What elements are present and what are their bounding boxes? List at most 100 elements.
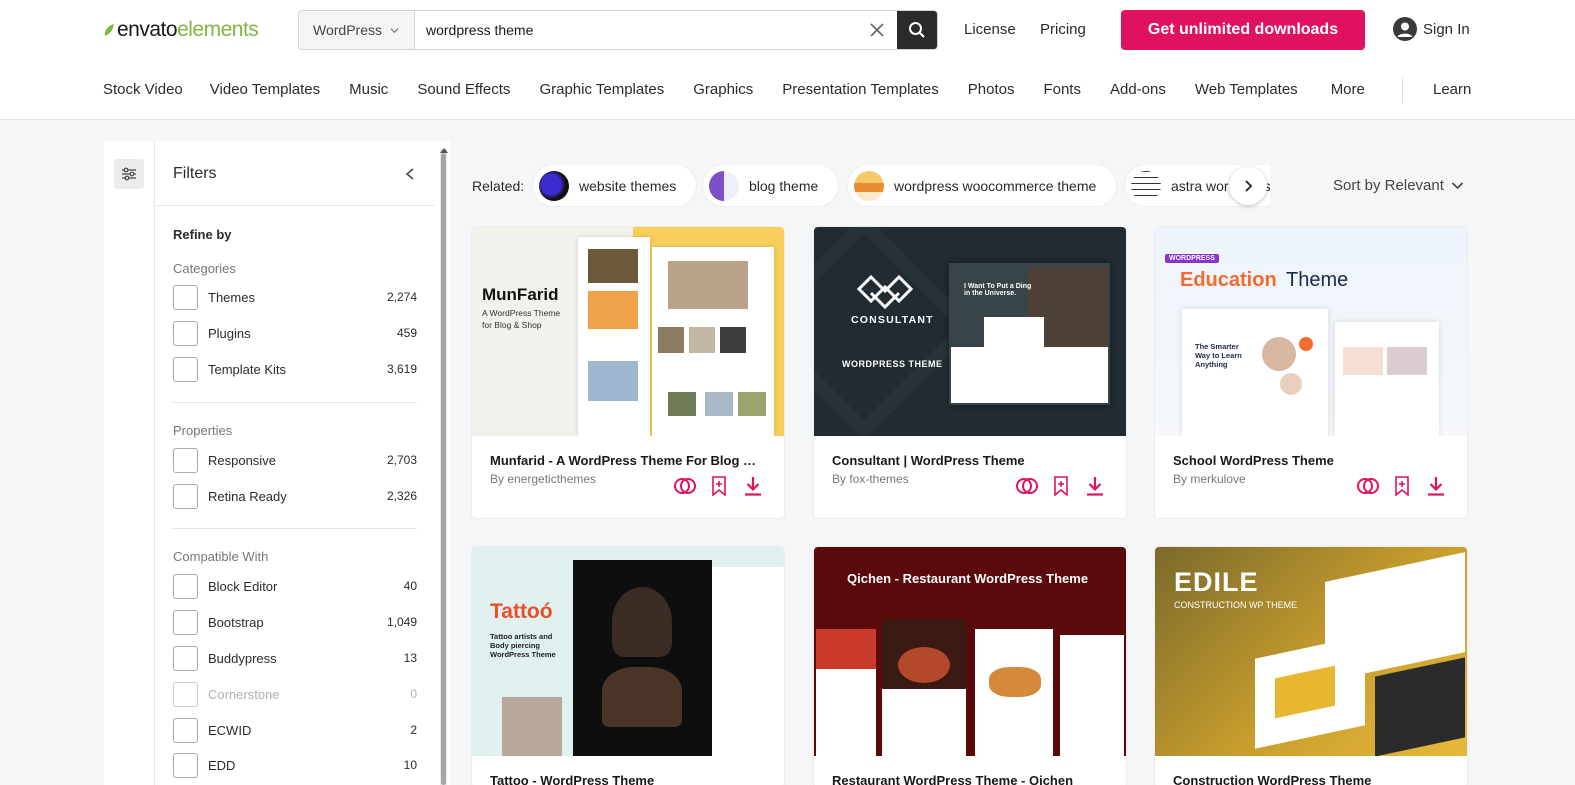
nav-graphics[interactable]: Graphics: [693, 81, 753, 98]
download-icon[interactable]: [1078, 476, 1112, 496]
category-nav: Stock Video Video Templates Music Sound …: [103, 81, 1365, 98]
find-similar-icon[interactable]: [668, 476, 702, 496]
checkbox[interactable]: [173, 609, 198, 635]
search-input[interactable]: [415, 11, 857, 49]
item-card[interactable]: MunFarid A WordPress Theme for Blog & Sh…: [472, 227, 784, 518]
sliders-icon: [122, 167, 136, 181]
checkbox: [173, 681, 198, 707]
clear-search-button[interactable]: [857, 11, 897, 49]
nav-video-templates[interactable]: Video Templates: [210, 81, 320, 98]
filter-plugins[interactable]: Plugins 459: [173, 320, 417, 346]
checkbox[interactable]: [173, 284, 198, 310]
nav-sound-effects[interactable]: Sound Effects: [417, 81, 510, 98]
card-author[interactable]: By fox-themes: [832, 472, 909, 486]
search-scope-dropdown[interactable]: WordPress: [299, 11, 415, 49]
nav-music[interactable]: Music: [349, 81, 388, 98]
filter-label: EDD: [208, 757, 236, 773]
card-preview-school[interactable]: WORDPRESS Education Theme The Smarter Wa…: [1155, 227, 1467, 436]
card-title[interactable]: Tattoo - WordPress Theme: [490, 773, 760, 785]
checkbox[interactable]: [173, 483, 198, 509]
scroll-up-arrow-icon[interactable]: [440, 148, 448, 153]
card-author[interactable]: By energeticthemes: [490, 472, 596, 486]
filter-ecwid[interactable]: ECWID 2: [173, 717, 417, 743]
card-title[interactable]: Consultant | WordPress Theme: [832, 453, 1102, 468]
card-title[interactable]: Construction WordPress Theme: [1173, 773, 1443, 785]
nav-stock-video[interactable]: Stock Video: [103, 81, 183, 98]
card-preview-edile[interactable]: EDILE CONSTRUCTION WP THEME: [1155, 547, 1467, 756]
group-title-categories: Categories: [173, 261, 236, 276]
nav-learn[interactable]: Learn: [1433, 81, 1471, 98]
search-scope-label: WordPress: [313, 22, 382, 38]
sort-dropdown[interactable]: Sort by Relevant: [1333, 177, 1464, 194]
related-chip-blog-theme[interactable]: blog theme: [703, 165, 839, 206]
bookmark-icon[interactable]: [1385, 476, 1419, 496]
filter-themes[interactable]: Themes 2,274: [173, 284, 417, 310]
filter-count: 40: [403, 579, 417, 593]
download-icon[interactable]: [736, 476, 770, 496]
filter-responsive[interactable]: Responsive 2,703: [173, 447, 417, 473]
filter-count: 0: [410, 687, 417, 701]
filter-label: Responsive: [208, 452, 276, 468]
nav-photos[interactable]: Photos: [968, 81, 1015, 98]
preview-subtitle: CONSTRUCTION WP THEME: [1174, 600, 1298, 610]
filter-edd[interactable]: EDD 10: [173, 752, 417, 778]
download-icon[interactable]: [1419, 476, 1453, 496]
filter-buddypress[interactable]: Buddypress 13: [173, 645, 417, 671]
card-author[interactable]: By merkulove: [1173, 472, 1246, 486]
filter-block-editor[interactable]: Block Editor 40: [173, 573, 417, 599]
filter-toggle-button[interactable]: [114, 159, 144, 189]
get-unlimited-downloads-button[interactable]: Get unlimited downloads: [1121, 10, 1365, 50]
filter-cornerstone: Cornerstone 0: [173, 681, 417, 707]
card-preview-munfarid[interactable]: MunFarid A WordPress Theme for Blog & Sh…: [472, 227, 784, 436]
nav-more[interactable]: More: [1331, 81, 1365, 98]
item-card[interactable]: Qichen - Restaurant WordPress Theme Rest…: [814, 547, 1126, 785]
license-link[interactable]: License: [964, 21, 1016, 38]
card-preview-tattoo[interactable]: Tattoó Tattoo artists and Body piercing …: [472, 547, 784, 756]
filter-template-kits[interactable]: Template Kits 3,619: [173, 356, 417, 382]
envato-elements-logo[interactable]: envato elements: [103, 17, 259, 43]
card-preview-consultant[interactable]: CONSULTANT WORDPRESS THEME I Want To Put…: [814, 227, 1126, 436]
related-chip-wordpress-woocommerce-theme[interactable]: wordpress woocommerce theme: [848, 165, 1117, 206]
item-card[interactable]: Tattoó Tattoo artists and Body piercing …: [472, 547, 784, 785]
filter-count: 1,049: [386, 615, 417, 629]
chip-thumbnail: [854, 170, 884, 201]
card-preview-qichen[interactable]: Qichen - Restaurant WordPress Theme: [814, 547, 1126, 756]
pricing-link[interactable]: Pricing: [1040, 21, 1086, 38]
filter-label: Themes: [208, 289, 255, 305]
checkbox[interactable]: [173, 573, 198, 599]
filter-count: 459: [396, 326, 417, 340]
nav-graphic-templates[interactable]: Graphic Templates: [539, 81, 664, 98]
card-title[interactable]: Restaurant WordPress Theme - Qichen: [832, 773, 1102, 785]
card-title[interactable]: School WordPress Theme: [1173, 453, 1443, 468]
filter-scrollbar-thumb[interactable]: [441, 153, 446, 785]
nav-presentation-templates[interactable]: Presentation Templates: [782, 81, 938, 98]
filter-bootstrap[interactable]: Bootstrap 1,049: [173, 609, 417, 635]
bookmark-icon[interactable]: [702, 476, 736, 496]
card-title[interactable]: Munfarid - A WordPress Theme For Blog & …: [490, 453, 760, 468]
related-chip-website-themes[interactable]: website themes: [533, 165, 697, 206]
checkbox[interactable]: [173, 717, 198, 743]
bookmark-icon[interactable]: [1044, 476, 1078, 496]
sign-in-link[interactable]: Sign In: [1393, 17, 1470, 41]
nav-web-templates[interactable]: Web Templates: [1195, 81, 1298, 98]
item-card[interactable]: CONSULTANT WORDPRESS THEME I Want To Put…: [814, 227, 1126, 518]
nav-add-ons[interactable]: Add-ons: [1110, 81, 1166, 98]
filter-count: 13: [403, 651, 417, 665]
leaf-icon: [104, 24, 114, 36]
find-similar-icon[interactable]: [1351, 476, 1385, 496]
collapse-filters-icon[interactable]: [404, 167, 416, 181]
chip-label: website themes: [579, 177, 677, 194]
nav-fonts[interactable]: Fonts: [1043, 81, 1081, 98]
user-icon: [1393, 17, 1417, 41]
item-card[interactable]: WORDPRESS Education Theme The Smarter Wa…: [1155, 227, 1467, 518]
search-button[interactable]: [897, 11, 937, 49]
checkbox[interactable]: [173, 645, 198, 671]
checkbox[interactable]: [173, 356, 198, 382]
item-card[interactable]: EDILE CONSTRUCTION WP THEME Construction…: [1155, 547, 1467, 785]
find-similar-icon[interactable]: [1010, 476, 1044, 496]
filter-retina-ready[interactable]: Retina Ready 2,326: [173, 483, 417, 509]
checkbox[interactable]: [173, 320, 198, 346]
checkbox[interactable]: [173, 752, 198, 778]
checkbox[interactable]: [173, 447, 198, 473]
related-next-button[interactable]: [1229, 167, 1267, 205]
